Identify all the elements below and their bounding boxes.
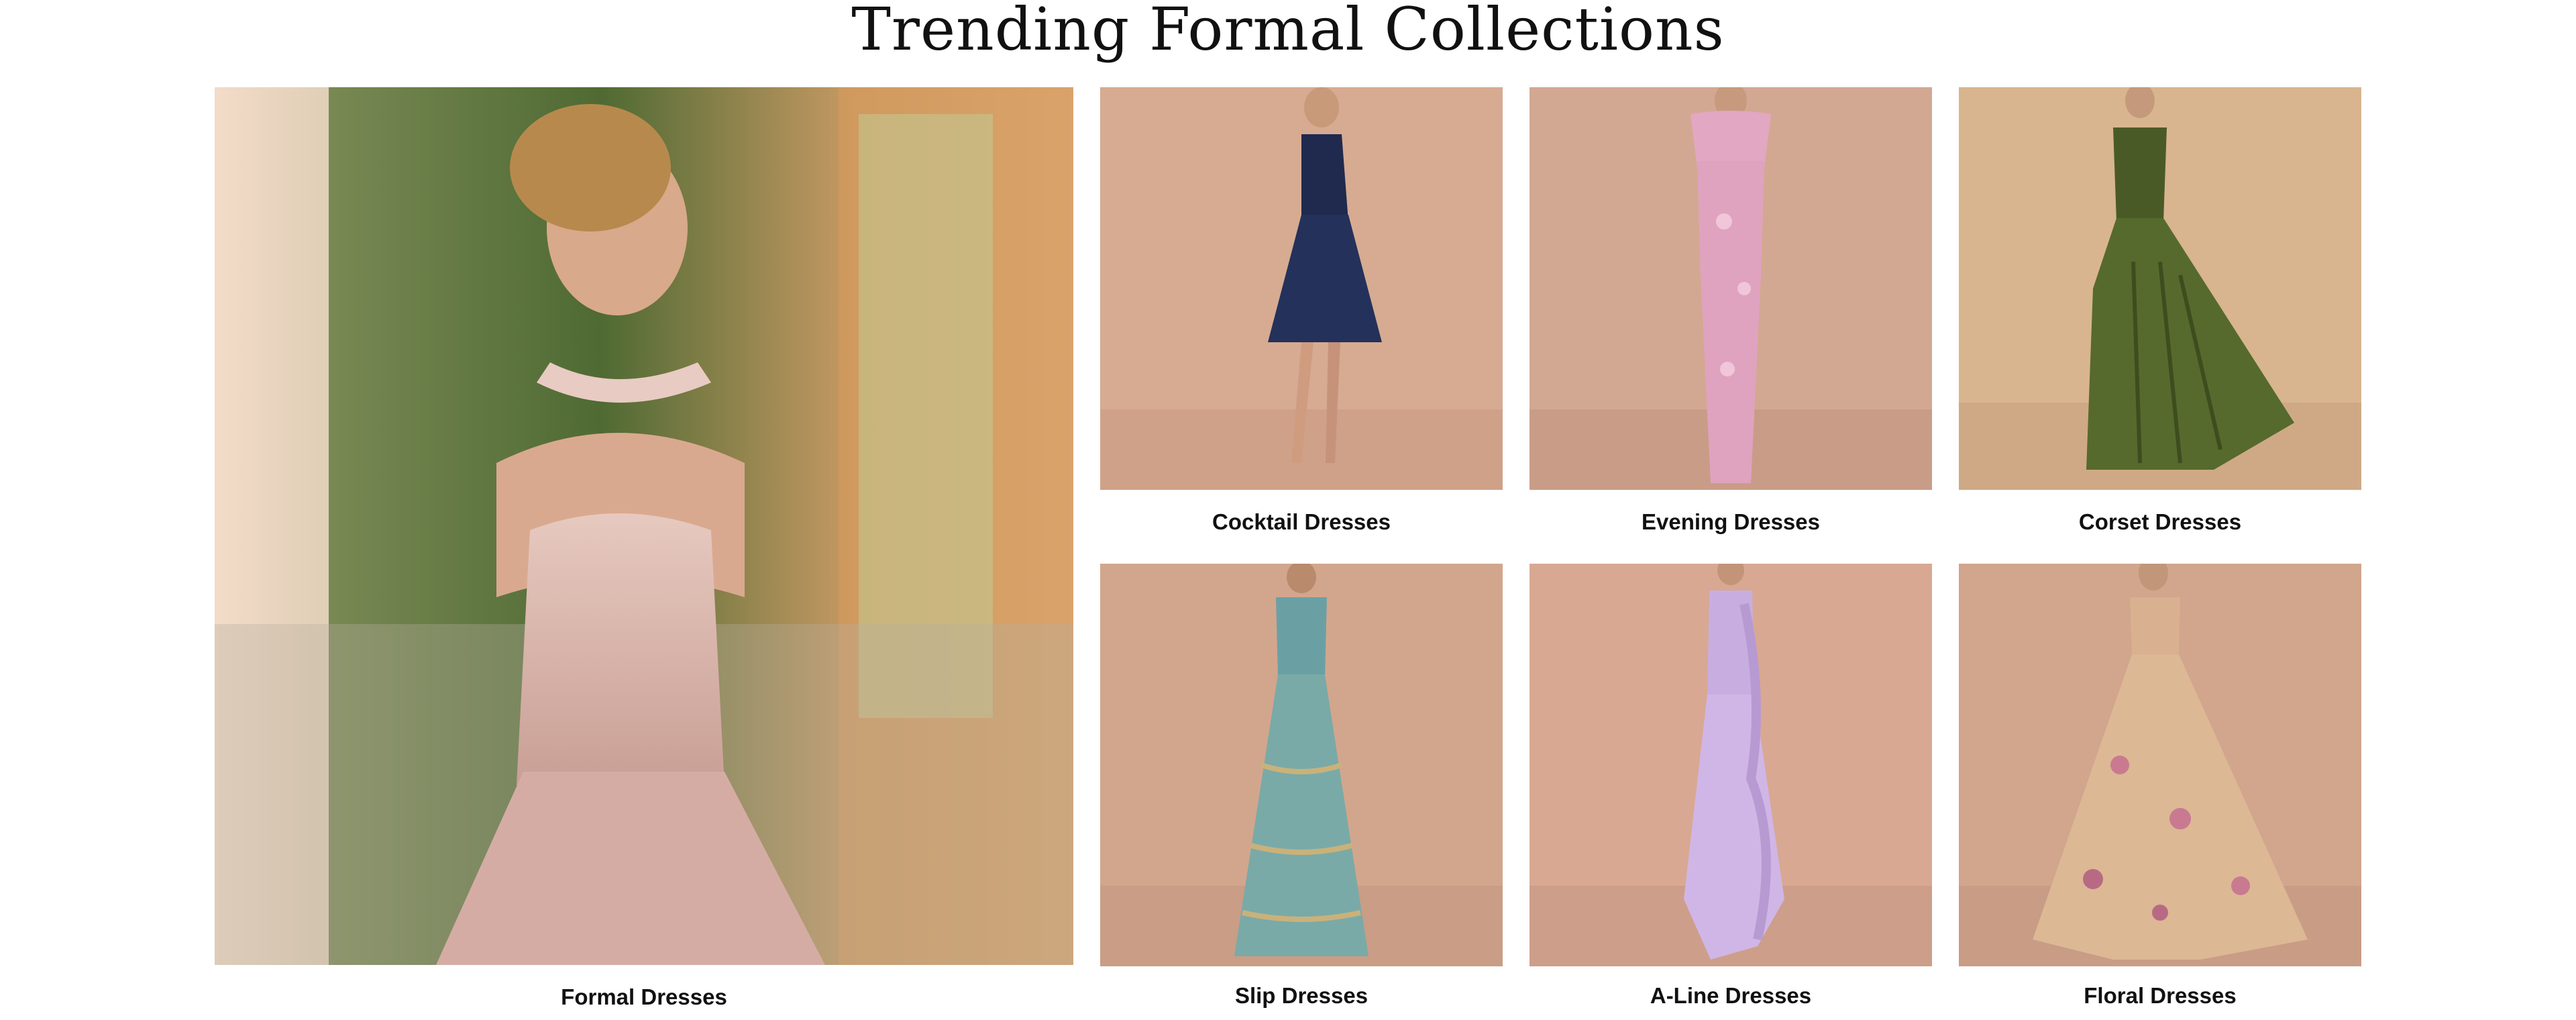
- collection-label-floral[interactable]: Floral Dresses: [1959, 982, 2361, 1009]
- collection-image-formal[interactable]: [215, 87, 1073, 965]
- collection-image-cocktail[interactable]: [1100, 87, 1503, 490]
- collection-label-formal[interactable]: Formal Dresses: [215, 984, 1073, 1011]
- collection-tile-floral[interactable]: Floral Dresses: [1959, 564, 2361, 1020]
- collection-tile-corset[interactable]: Corset Dresses: [1959, 87, 2361, 544]
- collection-tile-evening[interactable]: Evening Dresses: [1529, 87, 1932, 544]
- collection-label-aline[interactable]: A-Line Dresses: [1529, 982, 1932, 1009]
- collection-image-slip[interactable]: [1100, 564, 1503, 966]
- collection-image-evening[interactable]: [1529, 87, 1932, 490]
- collection-image-corset[interactable]: [1959, 87, 2361, 490]
- collections-grid: Formal Dresses Cocktail Dresses Evening …: [215, 87, 2361, 1011]
- collection-label-corset[interactable]: Corset Dresses: [1959, 509, 2361, 536]
- collection-tile-aline[interactable]: A-Line Dresses: [1529, 564, 1932, 1020]
- collection-label-evening[interactable]: Evening Dresses: [1529, 509, 1932, 536]
- collection-label-cocktail[interactable]: Cocktail Dresses: [1100, 509, 1503, 536]
- collection-tile-slip[interactable]: Slip Dresses: [1100, 564, 1503, 1020]
- collection-tile-cocktail[interactable]: Cocktail Dresses: [1100, 87, 1503, 544]
- collection-image-aline[interactable]: [1529, 564, 1932, 966]
- collection-label-slip[interactable]: Slip Dresses: [1100, 982, 1503, 1009]
- collection-tile-formal[interactable]: Formal Dresses: [215, 87, 1073, 1011]
- page-title: Trending Formal Collections: [851, 0, 1725, 64]
- collection-image-floral[interactable]: [1959, 564, 2361, 966]
